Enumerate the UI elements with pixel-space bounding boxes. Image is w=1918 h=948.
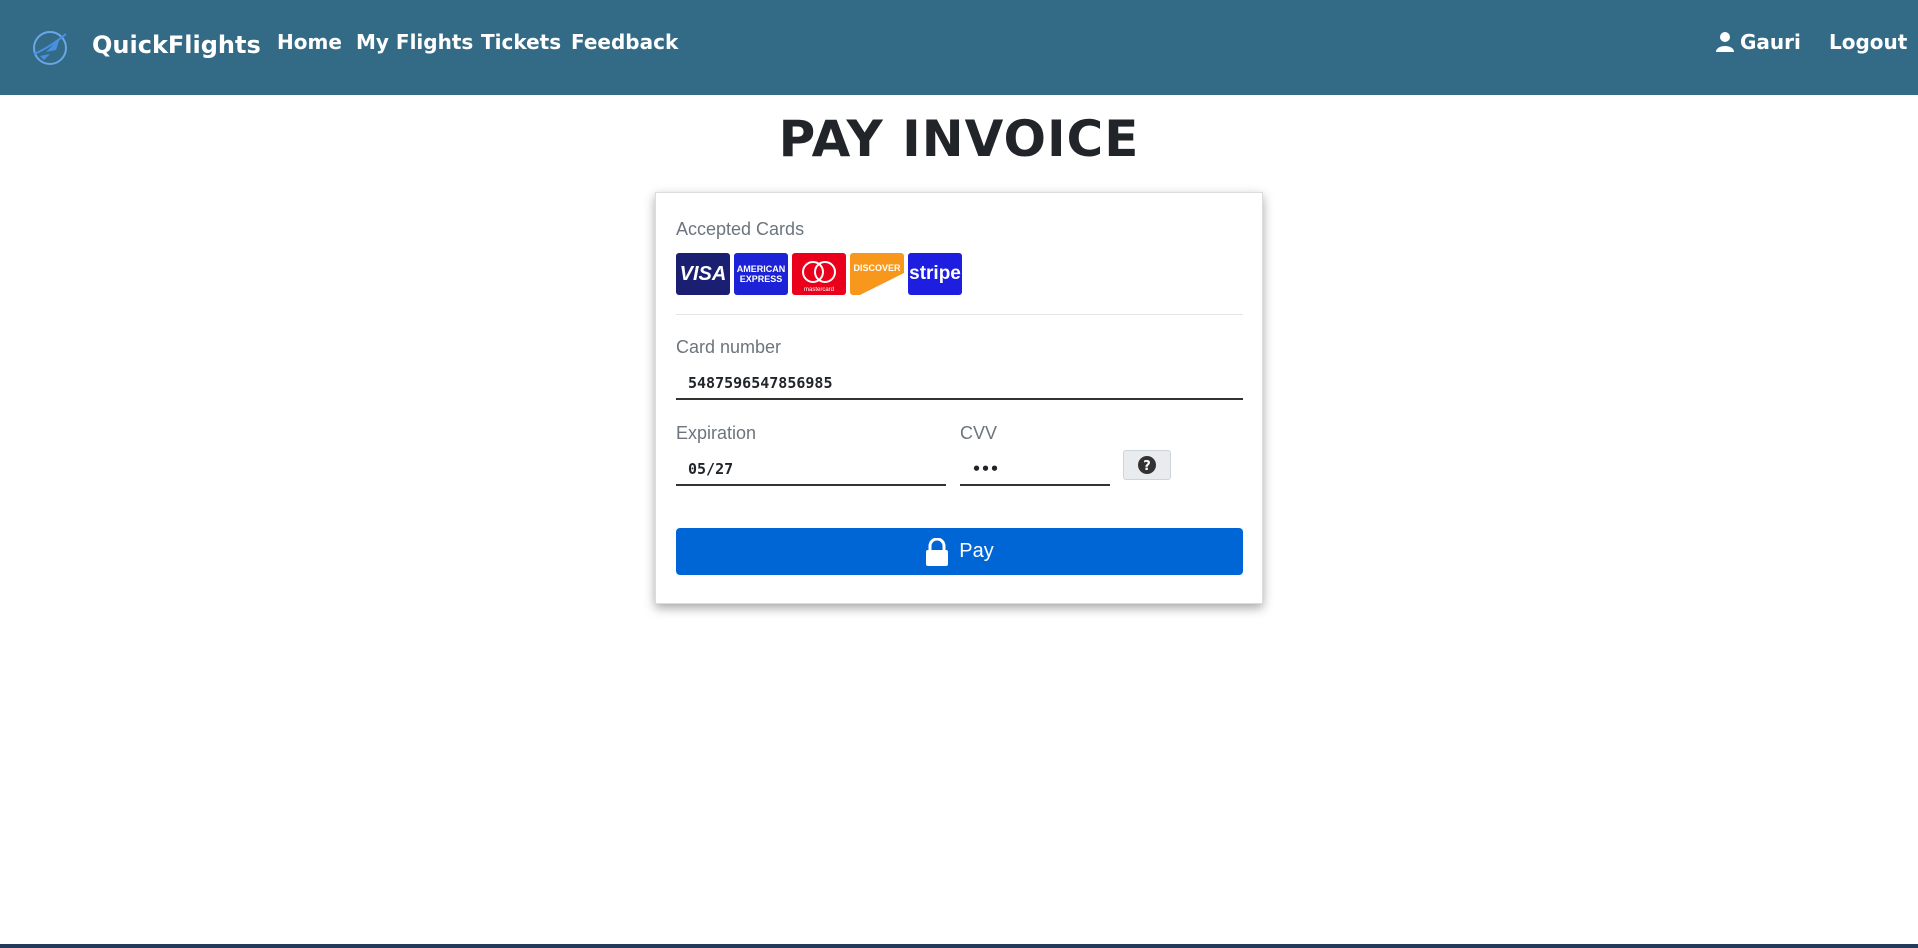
amex-text: AMERICAN EXPRESS [736, 264, 786, 284]
cvv-label: CVV [960, 423, 998, 443]
card-number-label: Card number [676, 337, 782, 357]
nav-my-flights[interactable]: My Flights [356, 30, 473, 54]
expiration-label: Expiration [676, 423, 757, 443]
user-menu[interactable]: Gauri [1716, 30, 1801, 54]
visa-icon: VISA [676, 253, 730, 295]
pay-button[interactable]: Pay [676, 528, 1243, 575]
user-icon [1716, 32, 1734, 52]
user-name: Gauri [1740, 30, 1801, 54]
nav-feedback[interactable]: Feedback [571, 30, 678, 54]
payment-card: Accepted Cards VISA AMERICAN EXPRESS mas… [655, 192, 1263, 604]
brand-name[interactable]: QuickFlights [92, 31, 261, 59]
bottom-border [0, 944, 1918, 948]
accepted-cards-label: Accepted Cards [676, 219, 805, 239]
accepted-cards-row: VISA AMERICAN EXPRESS mastercard DISCOVE… [676, 253, 962, 295]
page-title: PAY INVOICE [778, 110, 1140, 168]
cvv-help-button[interactable]: ? [1123, 450, 1171, 480]
discover-stripe-icon [860, 273, 904, 295]
pay-button-label: Pay [959, 540, 994, 562]
stripe-icon: stripe [908, 253, 962, 295]
expiration-input[interactable] [676, 454, 946, 486]
svg-text:?: ? [1143, 459, 1151, 474]
question-circle-icon: ? [1138, 456, 1156, 474]
lock-icon [926, 537, 949, 566]
card-number-input[interactable] [676, 368, 1243, 400]
mastercard-text: mastercard [803, 287, 834, 293]
nav-tickets[interactable]: Tickets [481, 30, 561, 54]
divider [676, 314, 1243, 315]
mastercard-icon: mastercard [792, 253, 846, 295]
logout-link[interactable]: Logout [1829, 30, 1907, 54]
mastercard-circles-icon [802, 261, 836, 283]
nav-home[interactable]: Home [277, 30, 342, 54]
cvv-input[interactable] [960, 454, 1110, 486]
plane-logo-icon[interactable] [30, 28, 70, 68]
discover-icon: DISCOVER [850, 253, 904, 295]
amex-icon: AMERICAN EXPRESS [734, 253, 788, 295]
top-navbar: QuickFlights Home My Flights Tickets Fee… [0, 0, 1918, 95]
